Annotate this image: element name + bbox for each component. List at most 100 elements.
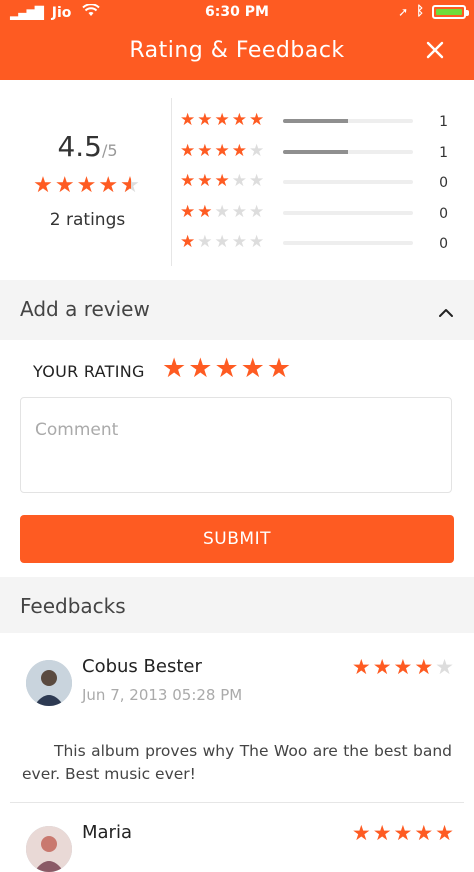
submit-button[interactable]: SUBMIT xyxy=(20,515,454,563)
star-icon: ★ xyxy=(249,232,267,252)
star-icon: ★ xyxy=(214,140,232,161)
star-icon: ★ xyxy=(214,201,232,222)
review-date: Jun 7, 2013 05:28 PM xyxy=(82,686,243,704)
review-stars: ★★★★★ xyxy=(352,821,456,845)
summary-divider xyxy=(171,98,172,266)
your-rating-stars[interactable]: ★★★★★ xyxy=(162,353,293,384)
distribution-row: ★★★★★ 0 xyxy=(180,200,470,231)
add-review-header[interactable]: Add a review xyxy=(0,280,474,340)
distribution-row: ★★★★★ 1 xyxy=(180,108,470,139)
add-review-label: Add a review xyxy=(20,297,150,321)
app-header: ▂▄▆█ Jio 6:30 PM ➚ ᛒ Rating & Feedback xyxy=(0,0,474,80)
battery-icon xyxy=(432,4,469,19)
half-star-icon: ★★ xyxy=(120,173,142,198)
close-button[interactable] xyxy=(426,38,444,64)
reviewer-name: Maria xyxy=(82,822,132,843)
distribution-row: ★★★★★ 1 xyxy=(180,139,470,170)
distribution-bar xyxy=(283,119,413,123)
star-icon: ★ xyxy=(231,140,249,161)
star-icon: ★ xyxy=(231,110,249,130)
avatar xyxy=(26,826,72,872)
average-max: /5 xyxy=(101,141,118,160)
feedbacks-label: Feedbacks xyxy=(20,594,126,618)
star-icon[interactable]: ★ xyxy=(241,353,267,384)
star-icon: ★ xyxy=(214,232,232,252)
star-icon: ★ xyxy=(393,655,415,679)
bluetooth-icon: ᛒ xyxy=(416,4,424,19)
star-icon[interactable]: ★ xyxy=(188,353,214,384)
distribution-count: 1 xyxy=(439,114,448,130)
star-icon: ★ xyxy=(231,171,249,191)
distribution-row: ★★★★★ 0 xyxy=(180,230,470,261)
star-icon: ★ xyxy=(372,821,394,845)
distribution-stars: ★★★★★ xyxy=(180,110,266,130)
status-bar: ▂▄▆█ Jio 6:30 PM ➚ ᛒ xyxy=(0,0,474,26)
reviewer-name: Cobus Bester xyxy=(82,656,202,677)
page-title: Rating & Feedback xyxy=(129,38,345,63)
star-icon: ★ xyxy=(214,171,232,191)
star-icon: ★ xyxy=(372,655,394,679)
rating-distribution: ★★★★★ 1 ★★★★★ 1 ★★★★★ 0 ★★★★★ 0 ★★★★★ 0 xyxy=(180,108,470,261)
distribution-count: 1 xyxy=(439,144,448,161)
star-icon: ★ xyxy=(54,173,77,198)
distribution-bar xyxy=(283,210,413,215)
star-icon: ★ xyxy=(414,821,436,845)
location-icon: ➚ xyxy=(398,4,409,19)
star-icon: ★ xyxy=(214,110,232,130)
average-stars: ★★★★★★ xyxy=(20,173,155,198)
star-icon: ★ xyxy=(197,232,215,252)
chevron-up-icon[interactable] xyxy=(438,299,454,323)
feedback-item: Maria ★★★★★ xyxy=(0,803,474,872)
rating-summary: 4.5/5 ★★★★★★ 2 ratings ★★★★★1★★★★★1★★★★★… xyxy=(0,80,474,280)
star-icon: ★ xyxy=(249,140,267,161)
star-icon: ★ xyxy=(351,821,373,845)
star-icon: ★ xyxy=(414,655,436,679)
average-rating: 4.5/5 ★★★★★★ 2 ratings xyxy=(20,130,155,230)
distribution-count: 0 xyxy=(439,205,448,222)
distribution-count: 0 xyxy=(439,236,448,252)
distribution-stars: ★★★★★ xyxy=(180,232,266,252)
star-icon: ★ xyxy=(231,232,249,252)
feedback-item: Cobus Bester Jun 7, 2013 05:28 PM ★★★★★ … xyxy=(0,633,474,802)
star-icon: ★ xyxy=(98,173,121,198)
your-rating-label: YOUR RATING xyxy=(33,362,145,381)
star-icon: ★ xyxy=(197,110,215,130)
star-icon: ★ xyxy=(249,110,267,130)
distribution-bar xyxy=(283,149,413,154)
review-stars: ★★★★★ xyxy=(352,655,456,679)
star-icon: ★ xyxy=(33,173,55,198)
distribution-stars: ★★★★★ xyxy=(180,202,266,222)
distribution-bar xyxy=(283,241,413,245)
distribution-stars: ★★★★★ xyxy=(180,141,266,161)
feedbacks-header: Feedbacks xyxy=(0,577,474,633)
status-right: ➚ ᛒ xyxy=(398,4,469,19)
close-icon xyxy=(426,41,444,59)
star-icon: ★ xyxy=(249,171,267,191)
star-icon[interactable]: ★ xyxy=(214,353,240,384)
distribution-count: 0 xyxy=(439,175,448,191)
star-icon[interactable]: ★ xyxy=(267,353,293,384)
star-icon: ★ xyxy=(76,173,99,198)
ratings-count: 2 ratings xyxy=(49,210,126,230)
average-value: 4.5 xyxy=(57,130,102,163)
star-icon: ★ xyxy=(180,140,198,161)
distribution-row: ★★★★★ 0 xyxy=(180,169,470,200)
star-icon: ★ xyxy=(435,655,456,679)
star-icon: ★ xyxy=(197,140,215,161)
review-text: This album proves why The Woo are the be… xyxy=(22,742,452,783)
comment-field[interactable] xyxy=(20,397,452,493)
star-icon: ★ xyxy=(249,201,267,222)
star-icon: ★ xyxy=(197,201,215,222)
avatar xyxy=(26,660,72,706)
distribution-bar xyxy=(283,180,413,184)
star-icon: ★ xyxy=(180,110,198,130)
star-icon: ★ xyxy=(180,201,198,222)
star-icon: ★ xyxy=(197,171,215,191)
star-icon: ★ xyxy=(231,201,249,222)
star-icon: ★ xyxy=(351,655,373,679)
star-icon: ★ xyxy=(393,821,415,845)
distribution-stars: ★★★★★ xyxy=(180,171,266,191)
star-icon: ★ xyxy=(180,232,198,252)
star-icon[interactable]: ★ xyxy=(162,353,188,384)
star-icon: ★ xyxy=(435,821,456,845)
